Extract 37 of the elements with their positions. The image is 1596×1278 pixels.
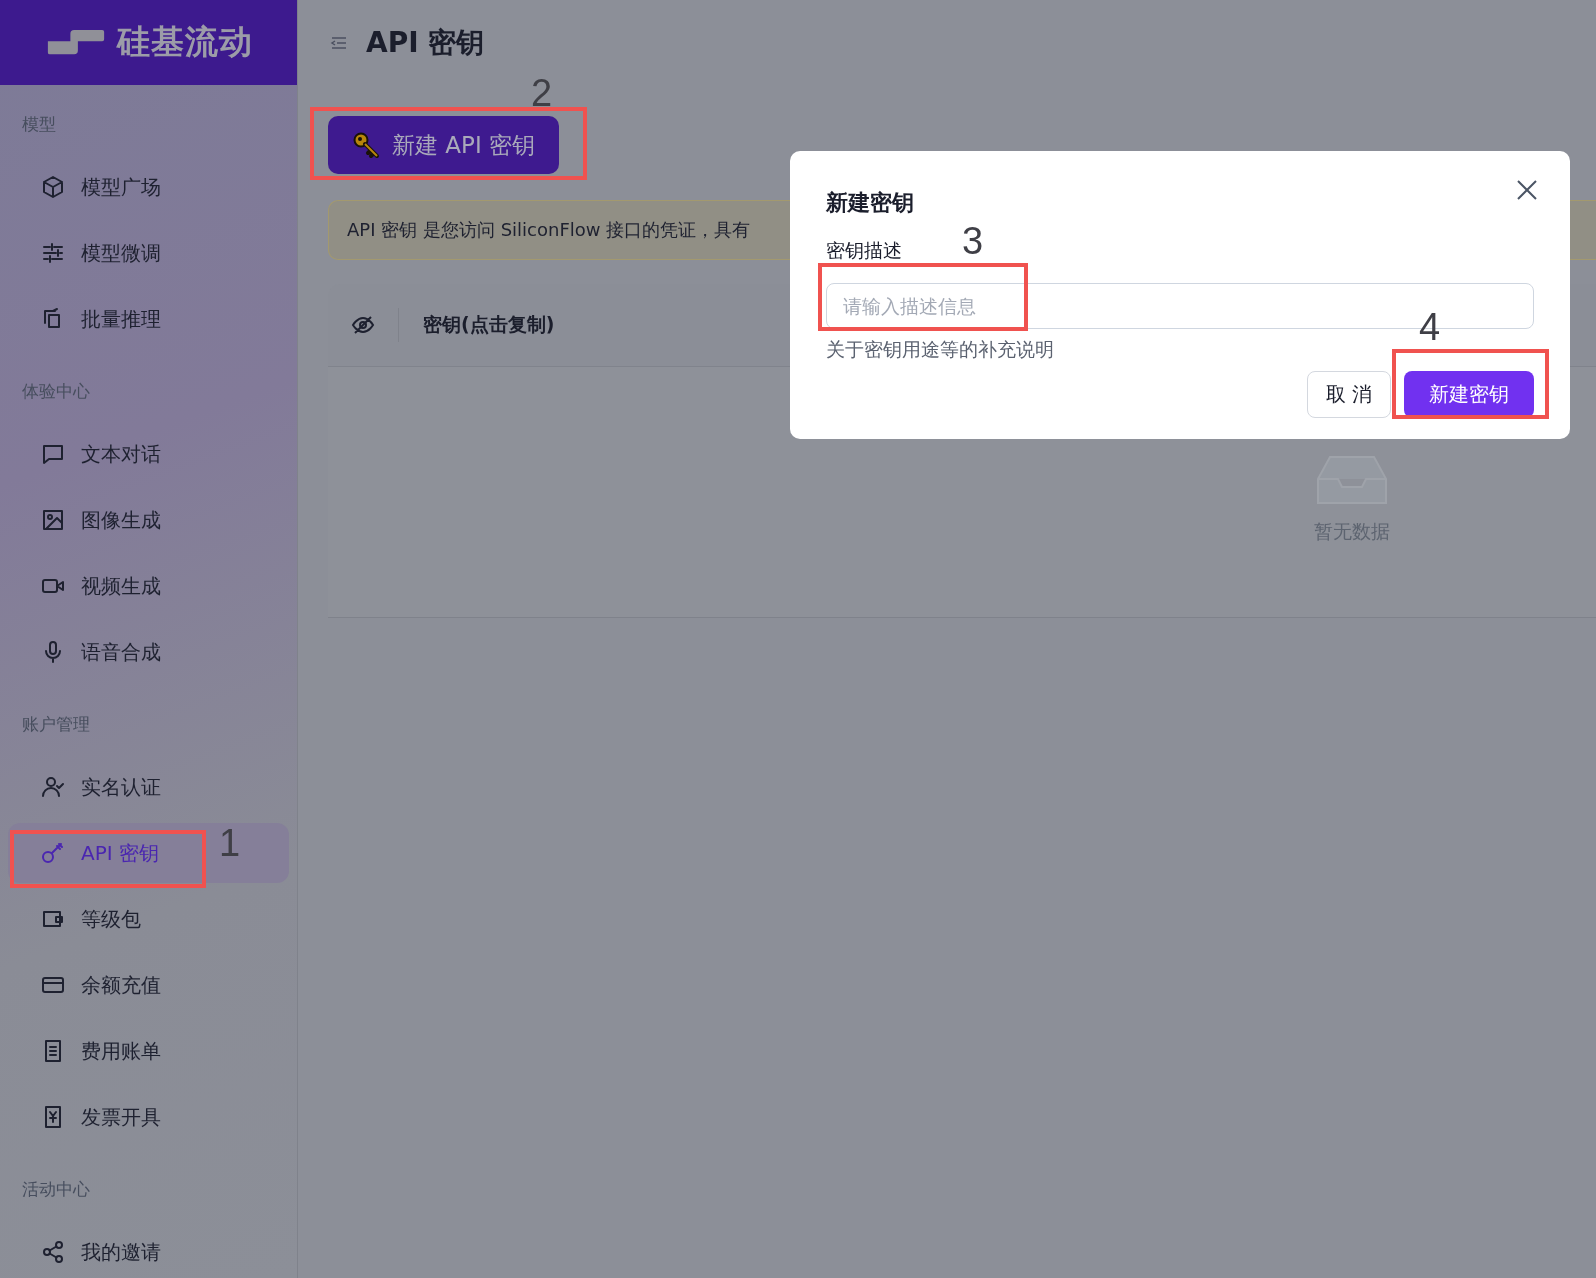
nav-item[interactable]: 文本对话 [8,424,289,484]
nav-item[interactable]: 视频生成 [8,556,289,616]
close-button[interactable] [1516,179,1538,201]
section-title: 体验中心 [21,380,91,403]
key-icon [41,841,65,865]
user-check-icon [41,775,65,799]
chat-icon [41,442,65,466]
nav-item[interactable]: 模型微调 [8,223,289,283]
nav-item[interactable]: 批量推理 [8,289,289,349]
step-number: 3 [962,222,984,260]
nav-item[interactable]: 图像生成 [8,490,289,550]
close-icon [1516,179,1538,201]
cube-icon [41,175,65,199]
section-title: 活动中心 [21,1178,91,1201]
nav-item[interactable]: 发票开具 [8,1087,289,1147]
step-number: 1 [219,824,241,862]
nav-item[interactable]: 我的邀请 [8,1222,289,1278]
key-icon [352,131,380,159]
nav-item[interactable]: 费用账单 [8,1021,289,1081]
sliders-icon [41,241,65,265]
nav-item[interactable]: 余额充值 [8,955,289,1015]
logo-text: 硅基流动 [116,21,253,63]
page-title: API 密钥 [366,24,485,61]
section-title: 模型 [21,113,57,136]
nav-item[interactable]: 语音合成 [8,622,289,682]
create-key-button[interactable]: 新建 API 密钥 [328,116,559,174]
create-key-button[interactable]: 新建密钥 [1404,371,1534,418]
section-title: 账户管理 [21,713,91,736]
cancel-button[interactable]: 取 消 [1306,371,1391,418]
share-icon [41,1240,65,1264]
field-label: 密钥描述 [826,238,902,263]
nav-item[interactable]: 等级包 [8,889,289,949]
nav-item[interactable]: 实名认证 [8,757,289,817]
image-icon [41,508,65,532]
nav-item[interactable]: 模型广场 [8,157,289,217]
step-number: 2 [531,74,553,112]
column-header: 密钥(点击复制) [422,312,555,337]
